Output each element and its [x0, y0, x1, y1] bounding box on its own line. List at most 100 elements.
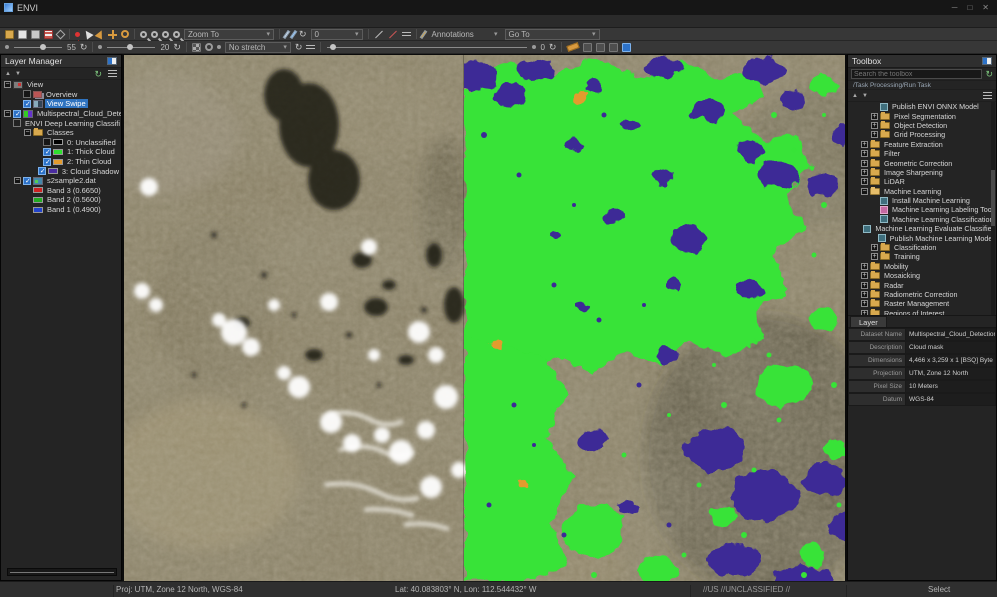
toolbox-item[interactable]: Install Machine Learning	[848, 196, 996, 205]
stretch-refresh-icon[interactable]: ↻	[295, 41, 303, 54]
maximize-icon[interactable]: □	[967, 0, 972, 15]
toolbox-item[interactable]: Machine Learning Classification	[848, 215, 996, 224]
transparency-slider[interactable]	[327, 42, 527, 53]
go-to-select[interactable]: Go To▾	[505, 29, 600, 40]
stretch-select[interactable]: No stretch▾	[225, 42, 291, 53]
expander-icon[interactable]: +	[861, 291, 868, 298]
data-manager-icon[interactable]	[31, 30, 40, 39]
expander-icon[interactable]: +	[861, 282, 868, 289]
vector-edit-icon[interactable]	[290, 29, 298, 38]
chevron-up-icon[interactable]: ▲	[852, 93, 858, 99]
toolbox-search-input[interactable]	[851, 69, 982, 79]
toolbox-item[interactable]: Publish Machine Learning Model	[848, 233, 996, 242]
toolbox-item[interactable]: + Image Sharpening	[848, 168, 996, 177]
toolbox-item[interactable]: + Object Detection	[848, 121, 996, 130]
brightness-slider[interactable]	[14, 42, 62, 53]
visibility-checkbox[interactable]	[23, 100, 31, 108]
expander-icon[interactable]: +	[861, 169, 868, 176]
expander-icon[interactable]: −	[14, 177, 21, 184]
expander-icon[interactable]: +	[861, 150, 868, 157]
expander-icon[interactable]: +	[861, 141, 868, 148]
visibility-checkbox[interactable]	[13, 110, 21, 118]
open-file-icon[interactable]	[5, 30, 14, 39]
expander-icon[interactable]: +	[861, 178, 868, 185]
layer-tree-item[interactable]: − View	[1, 80, 121, 90]
expander-icon[interactable]: −	[24, 129, 31, 136]
minimize-icon[interactable]: ─	[952, 0, 958, 15]
expander-icon[interactable]: −	[861, 188, 868, 195]
expander-icon[interactable]: +	[861, 310, 868, 316]
expander-icon[interactable]: −	[4, 81, 11, 88]
new-file-icon[interactable]	[18, 30, 27, 39]
zoom-full-icon[interactable]	[173, 31, 180, 38]
toolbox-item[interactable]: Machine Learning Evaluate Classifier	[848, 224, 996, 233]
chevron-up-icon[interactable]: ▲	[5, 71, 11, 77]
layer-tree-item[interactable]: Band 1 (0.4900)	[1, 205, 121, 215]
zoom-window-icon[interactable]	[162, 31, 169, 38]
annotations-menu[interactable]: Annotations▾	[429, 29, 501, 40]
layer-tree-item[interactable]: − Classes	[1, 128, 121, 138]
arbitrary-profile-icon[interactable]	[402, 30, 411, 39]
toolbox-item[interactable]: + Geometric Correction	[848, 158, 996, 167]
toolbox-item[interactable]: + Radar	[848, 280, 996, 289]
expander-icon[interactable]: +	[871, 244, 878, 251]
expander-icon[interactable]: +	[861, 263, 868, 270]
layer-tree-item[interactable]: − s2sample2.dat	[1, 176, 121, 186]
profile-icon[interactable]	[389, 30, 397, 38]
close-icon[interactable]: ✕	[982, 0, 989, 15]
reset-brightness-icon[interactable]: ↻	[80, 41, 88, 54]
layer-tree-item[interactable]: 3: Cloud Shadow	[1, 166, 121, 176]
swipe-tool-icon[interactable]	[622, 43, 631, 52]
zoom-out-icon[interactable]	[151, 31, 158, 38]
toolbox-item[interactable]: + Pixel Segmentation	[848, 111, 996, 120]
search-reset-icon[interactable]: ↻	[985, 69, 993, 79]
fly-icon[interactable]	[121, 30, 129, 38]
select-icon[interactable]	[95, 29, 106, 40]
measure-icon[interactable]	[375, 30, 383, 38]
panel-dock-icon[interactable]	[107, 57, 117, 65]
flicker-tool-icon[interactable]	[596, 43, 605, 52]
tab-layer[interactable]: Layer	[850, 316, 887, 327]
layer-tree-item[interactable]: ENVI Deep Learning Classifi	[1, 118, 121, 128]
refresh-icon[interactable]: ↻	[94, 69, 102, 79]
toolbox-item[interactable]: + Mosaicking	[848, 271, 996, 280]
visibility-checkbox[interactable]	[43, 148, 51, 156]
panel-menu-icon[interactable]	[983, 92, 992, 99]
reset-contrast-icon[interactable]: ↻	[173, 41, 181, 54]
placemark-icon[interactable]	[75, 32, 80, 37]
panel-menu-icon[interactable]	[108, 70, 117, 77]
layer-tree-item[interactable]: Band 2 (0.5600)	[1, 195, 121, 205]
new-view-icon[interactable]	[56, 29, 66, 39]
layer-tree-item[interactable]: 0: Unclassified	[1, 138, 121, 148]
toolbox-item[interactable]: + Raster Management	[848, 299, 996, 308]
layer-tree-item[interactable]: Overview	[1, 90, 121, 100]
toolbox-item[interactable]: + Grid Processing	[848, 130, 996, 139]
toolbox-item[interactable]: + LiDAR	[848, 177, 996, 186]
toolbox-item[interactable]: + Mobility	[848, 262, 996, 271]
chip-view-icon[interactable]	[44, 30, 53, 39]
expander-icon[interactable]: +	[871, 122, 878, 129]
toolbox-item[interactable]: + Feature Extraction	[848, 140, 996, 149]
layer-tree-item[interactable]: Band 3 (0.6650)	[1, 186, 121, 196]
expander-icon[interactable]: +	[861, 272, 868, 279]
chevron-down-icon[interactable]: ▼	[862, 93, 868, 99]
visibility-checkbox[interactable]	[38, 167, 46, 175]
toolbox-item[interactable]: + Training	[848, 252, 996, 261]
visibility-checkbox[interactable]	[23, 177, 31, 185]
mensuration-icon[interactable]	[567, 42, 580, 52]
zoom-in-icon[interactable]	[140, 31, 147, 38]
rotation-select[interactable]: 0▾	[311, 29, 363, 40]
portal-tool-icon[interactable]	[609, 43, 618, 52]
layer-tree-item[interactable]: View Swipe	[1, 99, 121, 109]
image-view[interactable]	[124, 55, 845, 581]
layer-tree-item[interactable]: 2: Thin Cloud	[1, 157, 121, 167]
visibility-checkbox[interactable]	[23, 90, 31, 98]
toolbox-item[interactable]: − Machine Learning	[848, 187, 996, 196]
transparency-icon[interactable]	[192, 43, 201, 52]
panel-dock-icon[interactable]	[982, 57, 992, 65]
rotate-icon[interactable]: ↻	[299, 28, 307, 41]
sharpen-icon[interactable]	[205, 43, 213, 51]
expander-icon[interactable]: −	[4, 110, 11, 117]
contrast-slider[interactable]	[107, 42, 155, 53]
blend-tool-icon[interactable]	[583, 43, 592, 52]
